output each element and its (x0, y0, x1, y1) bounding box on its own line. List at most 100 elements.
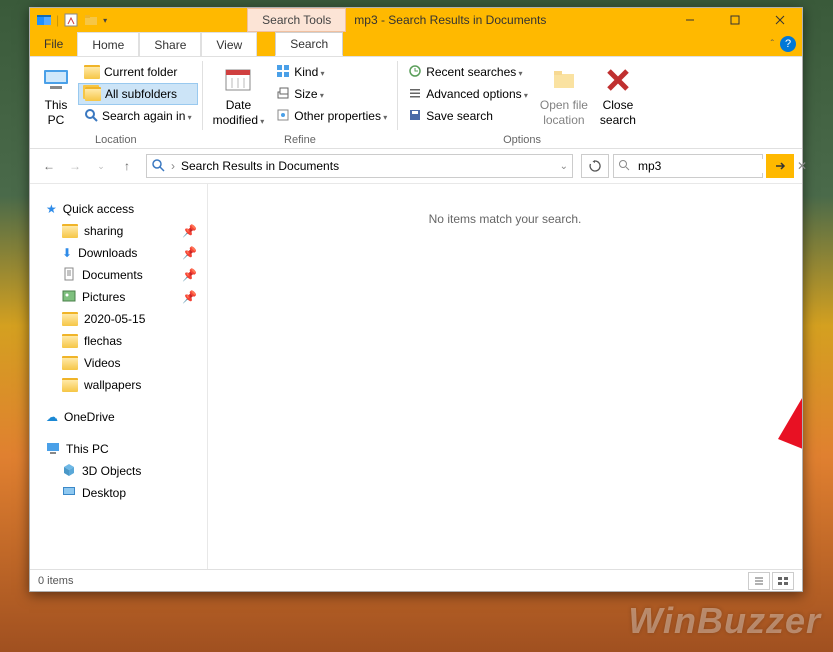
save-search-button[interactable]: Save search (402, 105, 534, 127)
list-icon (408, 86, 422, 103)
status-bar: 0 items (30, 569, 802, 591)
date-modified-button[interactable]: Date modified (207, 59, 271, 132)
ribbon: This PC Current folder All subfolders Se… (30, 57, 802, 149)
tree-item-downloads[interactable]: ⬇Downloads📌 (30, 242, 207, 264)
tree-quick-access[interactable]: ★ Quick access (30, 198, 207, 220)
downloads-icon: ⬇ (62, 246, 72, 260)
quick-access-toolbar: | ▾ (30, 12, 107, 28)
advanced-options-button[interactable]: Advanced options (402, 83, 534, 105)
close-search-button[interactable]: Close search (594, 59, 642, 132)
forward-button[interactable]: → (64, 155, 86, 177)
ribbon-group-location: This PC Current folder All subfolders Se… (30, 57, 202, 148)
pin-icon: 📌 (182, 268, 197, 282)
search-box[interactable]: ✕ (613, 154, 763, 178)
this-pc-button[interactable]: This PC (34, 59, 78, 132)
tree-item-pictures[interactable]: Pictures📌 (30, 286, 207, 308)
divider: | (56, 13, 59, 27)
clear-search-button[interactable]: ✕ (797, 159, 807, 173)
properties-icon[interactable] (63, 12, 79, 28)
all-subfolders-button[interactable]: All subfolders (78, 83, 198, 105)
address-bar[interactable]: › Search Results in Documents ⌄ (146, 154, 573, 178)
pc-icon (46, 441, 60, 458)
tree-this-pc[interactable]: This PC (30, 438, 207, 460)
size-button[interactable]: Size (270, 83, 393, 105)
kind-icon (276, 64, 290, 81)
save-icon (408, 108, 422, 125)
navigation-pane[interactable]: ★ Quick access sharing📌 ⬇Downloads📌 Docu… (30, 184, 208, 569)
search-again-in-button[interactable]: Search again in (78, 105, 198, 127)
tree-onedrive[interactable]: ☁OneDrive (30, 406, 207, 428)
tree-item-desktop[interactable]: Desktop (30, 482, 207, 504)
tab-search[interactable]: Search (275, 32, 343, 56)
tree-item-2020-05-15[interactable]: 2020-05-15 (30, 308, 207, 330)
folder-stack-icon (85, 87, 101, 101)
tree-item-3d-objects[interactable]: 3D Objects (30, 460, 207, 482)
refresh-button[interactable] (581, 154, 609, 178)
search-location-icon (151, 158, 165, 175)
new-folder-icon[interactable] (83, 12, 99, 28)
maximize-button[interactable] (712, 8, 757, 32)
address-dropdown-icon[interactable]: ⌄ (560, 161, 568, 172)
ribbon-tabs: File Home Share View Search ˆ ? (30, 32, 802, 57)
tree-item-sharing[interactable]: sharing📌 (30, 220, 207, 242)
pin-icon: 📌 (182, 224, 197, 238)
back-button[interactable]: ← (38, 155, 60, 177)
watermark: WinBuzzer (628, 600, 821, 642)
content-area: ★ Quick access sharing📌 ⬇Downloads📌 Docu… (30, 183, 802, 569)
other-properties-button[interactable]: Other properties (270, 105, 393, 127)
close-button[interactable] (757, 8, 802, 32)
up-button[interactable]: ↑ (116, 155, 138, 177)
cube-icon (62, 463, 76, 480)
window-controls (667, 8, 802, 32)
clock-icon (408, 64, 422, 81)
titlebar: | ▾ Search Tools mp3 - Search Results in… (30, 8, 802, 32)
folder-icon (62, 356, 78, 370)
details-view-button[interactable] (748, 572, 770, 590)
documents-icon (62, 267, 76, 284)
tree-item-wallpapers[interactable]: wallpapers (30, 374, 207, 396)
collapse-ribbon-icon[interactable]: ˆ (771, 39, 774, 50)
tree-item-flechas[interactable]: flechas (30, 330, 207, 352)
current-folder-button[interactable]: Current folder (78, 61, 198, 83)
search-icon (84, 108, 98, 125)
folder-icon (62, 378, 78, 392)
breadcrumb-sep: › (171, 159, 175, 173)
search-tools-contextual-tab[interactable]: Search Tools (247, 8, 346, 32)
minimize-button[interactable] (667, 8, 712, 32)
desktop-icon (62, 485, 76, 502)
tab-file[interactable]: File (30, 32, 77, 56)
highlight-arrow (708, 229, 802, 449)
open-file-location-button[interactable]: Open file location (534, 59, 594, 132)
tree-item-documents[interactable]: Documents📌 (30, 264, 207, 286)
empty-message: No items match your search. (429, 212, 582, 226)
folder-icon (62, 224, 78, 238)
size-icon (276, 86, 290, 103)
search-go-button[interactable] (766, 154, 794, 178)
ribbon-group-options: Recent searches Advanced options Save se… (398, 57, 646, 148)
thumbnails-view-button[interactable] (772, 572, 794, 590)
explorer-icon (36, 12, 52, 28)
tab-share[interactable]: Share (139, 32, 201, 56)
breadcrumb[interactable]: Search Results in Documents (181, 159, 339, 173)
recent-searches-button[interactable]: Recent searches (402, 61, 534, 83)
folder-icon (62, 312, 78, 326)
pin-icon: 📌 (182, 246, 197, 260)
window-title: mp3 - Search Results in Documents (354, 13, 546, 27)
help-icon[interactable]: ? (780, 36, 796, 52)
cloud-icon: ☁ (46, 410, 58, 424)
history-dropdown[interactable]: ⌄ (90, 155, 112, 177)
qat-dropdown-icon[interactable]: ▾ (103, 16, 107, 25)
navigation-bar: ← → ⌄ ↑ › Search Results in Documents ⌄ … (30, 149, 802, 183)
ribbon-group-refine: Date modified Kind Size Other properties (203, 57, 398, 148)
tab-home[interactable]: Home (77, 32, 139, 56)
folder-icon (84, 65, 100, 79)
results-pane: No items match your search. (208, 184, 802, 569)
explorer-window: | ▾ Search Tools mp3 - Search Results in… (29, 7, 803, 592)
star-icon: ★ (46, 202, 57, 216)
kind-button[interactable]: Kind (270, 61, 393, 83)
tree-item-videos[interactable]: Videos (30, 352, 207, 374)
properties-icon (276, 108, 290, 125)
tab-view[interactable]: View (201, 32, 257, 56)
pictures-icon (62, 289, 76, 306)
item-count: 0 items (38, 575, 73, 587)
